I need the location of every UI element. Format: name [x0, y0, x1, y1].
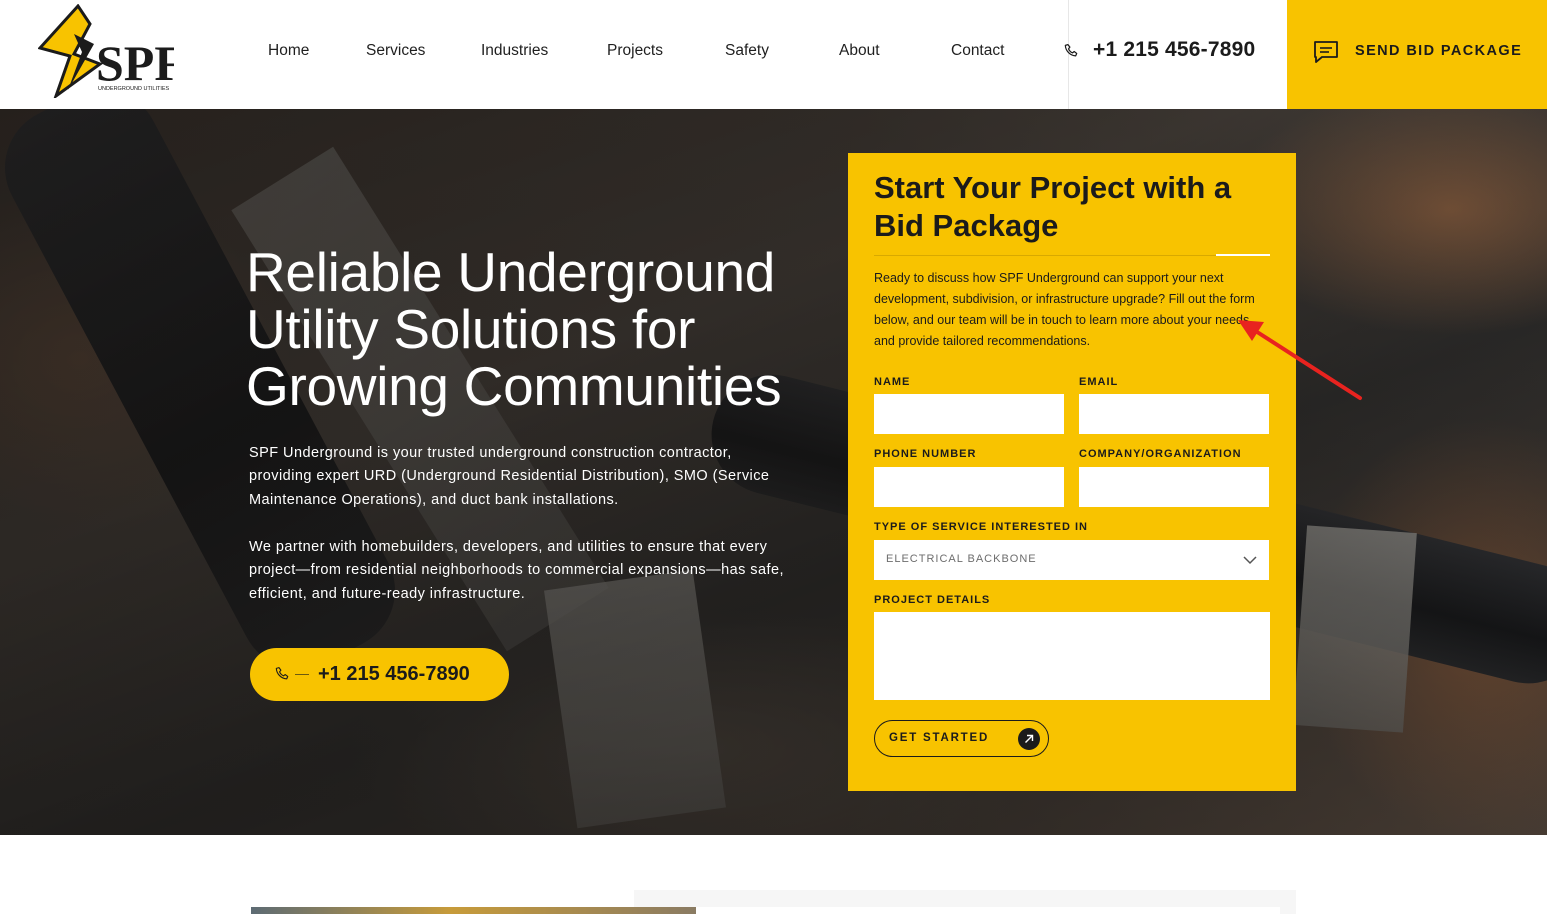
company-label: COMPANY/ORGANIZATION [1079, 448, 1242, 460]
divider [295, 674, 309, 675]
next-section-card [696, 907, 1280, 914]
name-input[interactable] [874, 394, 1064, 434]
header-phone-number[interactable]: +1 215 456-7890 [1093, 38, 1255, 62]
header-phone[interactable]: +1 215 456-7890 [1064, 0, 1287, 109]
service-type-select[interactable]: ELECTRICAL BACKBONE [874, 540, 1269, 580]
nav-industries[interactable]: Industries [481, 42, 548, 60]
service-type-label: TYPE OF SERVICE INTERESTED IN [874, 521, 1088, 533]
nav-projects[interactable]: Projects [607, 42, 663, 60]
spf-logo-mark: SPF UNDERGROUND UTILITIES [37, 3, 185, 101]
phone-label: PHONE NUMBER [874, 448, 977, 460]
logo-wordmark: SPF [96, 35, 174, 91]
arrow-up-right-icon [1018, 728, 1040, 750]
get-started-button[interactable]: GET STARTED [874, 720, 1049, 757]
form-divider [874, 254, 1270, 256]
company-input[interactable] [1079, 467, 1269, 507]
chat-icon [1314, 41, 1338, 63]
phone-icon [275, 667, 289, 680]
hero-call-button[interactable]: +1 215 456-7890 [250, 648, 509, 701]
project-details-label: PROJECT DETAILS [874, 594, 991, 606]
phone-icon [1064, 44, 1078, 57]
chevron-down-icon [1243, 556, 1257, 565]
phone-input[interactable] [874, 467, 1064, 507]
hero-section: Reliable Underground Utility Solutions f… [0, 109, 1547, 835]
annotation-arrow-icon [1238, 320, 1362, 400]
hero-partner-text: We partner with homebuilders, developers… [249, 539, 784, 602]
send-bid-package-button[interactable]: SEND BID PACKAGE [1287, 0, 1547, 109]
email-label: EMAIL [1079, 376, 1119, 388]
service-type-value: ELECTRICAL BACKBONE [886, 553, 1037, 565]
get-started-label: GET STARTED [889, 732, 990, 744]
logo-subtitle: UNDERGROUND UTILITIES [98, 86, 170, 92]
nav-safety[interactable]: Safety [725, 42, 769, 60]
spf-logo[interactable]: SPF UNDERGROUND UTILITIES [37, 3, 185, 101]
send-bid-package-label: SEND BID PACKAGE [1355, 43, 1523, 59]
site-header: SPF UNDERGROUND UTILITIES Home Services … [0, 0, 1547, 109]
hero-title: Reliable Underground Utility Solutions f… [246, 241, 782, 417]
nav-about[interactable]: About [839, 42, 880, 60]
project-details-textarea[interactable] [874, 612, 1270, 700]
name-label: NAME [874, 376, 911, 388]
nav-contact[interactable]: Contact [951, 42, 1004, 60]
next-section-image [251, 907, 696, 914]
nav-services[interactable]: Services [366, 42, 425, 60]
hero-intro: SPF Underground is your trusted undergro… [249, 445, 770, 508]
form-description: Ready to discuss how SPF Underground can… [874, 271, 1255, 348]
hero-call-number: +1 215 456-7890 [318, 663, 470, 685]
nav-home[interactable]: Home [268, 42, 309, 60]
form-title: Start Your Project with a Bid Package [874, 170, 1232, 243]
bid-package-form: Start Your Project with a Bid Package Re… [848, 153, 1296, 791]
divider-accent [1216, 254, 1270, 256]
